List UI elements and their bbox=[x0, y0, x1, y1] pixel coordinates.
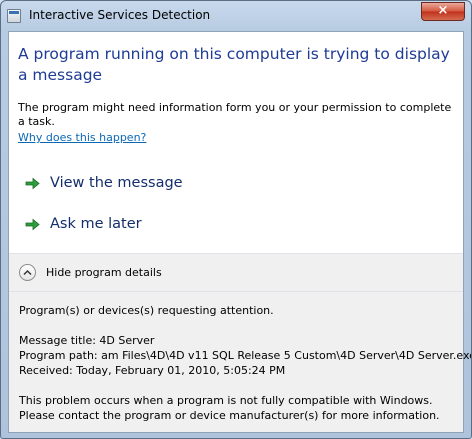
program-details-panel: Program(s) or devices(s) requesting atte… bbox=[9, 291, 471, 432]
ask-me-later-command[interactable]: Ask me later bbox=[25, 212, 142, 236]
green-arrow-icon bbox=[25, 218, 40, 230]
window-title: Interactive Services Detection bbox=[29, 8, 211, 22]
problem-text-line-1: This problem occurs when a program is no… bbox=[19, 394, 433, 407]
problem-text-line-2: Please contact the program or device man… bbox=[19, 409, 440, 422]
close-button[interactable]: × bbox=[421, 2, 465, 21]
message-title-text: Message title: 4D Server bbox=[19, 334, 155, 347]
view-message-label: View the message bbox=[50, 175, 183, 191]
chevron-up-icon bbox=[19, 264, 36, 281]
received-text: Received: Today, February 01, 2010, 5:05… bbox=[19, 364, 286, 377]
view-message-command[interactable]: View the message bbox=[25, 171, 183, 195]
main-instruction: A program running on this computer is tr… bbox=[18, 45, 450, 84]
dialog-window: Interactive Services Detection × A progr… bbox=[0, 0, 472, 439]
ask-me-later-label: Ask me later bbox=[50, 216, 142, 232]
why-does-this-happen-link[interactable]: Why does this happen? bbox=[18, 131, 146, 144]
title-bar[interactable]: Interactive Services Detection × bbox=[1, 1, 471, 31]
app-icon bbox=[7, 9, 21, 23]
program-path-text: Program path: am Files\4D\4D v11 SQL Rel… bbox=[19, 349, 472, 362]
hide-program-details-label: Hide program details bbox=[46, 266, 162, 279]
hide-program-details-toggle[interactable]: Hide program details bbox=[9, 253, 463, 291]
green-arrow-icon bbox=[25, 177, 40, 189]
dialog-content: A program running on this computer is tr… bbox=[8, 31, 471, 433]
requesting-attention-text: Program(s) or devices(s) requesting atte… bbox=[19, 304, 274, 317]
description-text: The program might need information form … bbox=[18, 101, 452, 128]
